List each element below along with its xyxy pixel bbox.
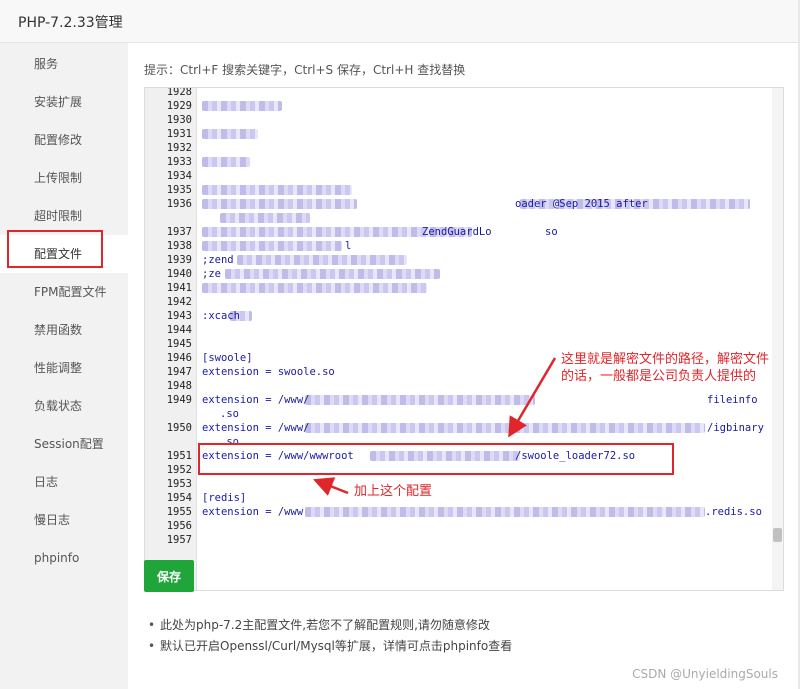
line-number: 1939 [166, 254, 192, 266]
line-number: 1948 [166, 380, 192, 392]
code-line-1955-head: extension = /www [202, 506, 304, 518]
line-number: 1941 [166, 282, 192, 294]
line-number: 1942 [166, 296, 192, 308]
editor-scrollbar[interactable] [772, 88, 783, 590]
redacted-code [305, 423, 705, 433]
redacted-code [202, 101, 282, 111]
line-number: 1943 [166, 310, 192, 322]
line-number: 1950 [166, 422, 192, 434]
sidebar-item-service[interactable]: 服务 [0, 45, 128, 83]
code-line-1954: [redis] [202, 492, 247, 504]
editor-hint: 提示：Ctrl+F 搜索关键字，Ctrl+S 保存，Ctrl+H 查找替换 [144, 63, 466, 77]
code-line-1949-head: extension = /www/ [202, 394, 310, 406]
redacted-code [305, 507, 705, 517]
title-bar: PHP-7.2.33管理 [0, 0, 800, 43]
php-manager-window: PHP-7.2.33管理 服务 安装扩展 配置修改 上传限制 超时限制 配置文件… [0, 0, 800, 689]
line-number: 1940 [166, 268, 192, 280]
line-number: 1945 [166, 338, 192, 350]
sidebar: 服务 安装扩展 配置修改 上传限制 超时限制 配置文件 FPM配置文件 禁用函数… [0, 43, 128, 689]
code-line-1955-tail: .redis.so [705, 506, 762, 518]
annotation-add-config: 加上这个配置 [354, 484, 433, 499]
scrollbar-thumb[interactable] [773, 528, 782, 542]
line-number: 1952 [166, 464, 192, 476]
redacted-code [220, 213, 310, 223]
note-item: 默认已开启Openssl/Curl/Mysql等扩展，详情可点击phpinfo查… [148, 636, 512, 657]
sidebar-item-performance[interactable]: 性能调整 [0, 349, 128, 387]
notes-list: 此处为php-7.2主配置文件,若您不了解配置规则,请勿随意修改 默认已开启Op… [148, 615, 512, 657]
line-number: 1944 [166, 324, 192, 336]
redacted-code [202, 157, 250, 167]
sidebar-item-install-extension[interactable]: 安装扩展 [0, 83, 128, 121]
sidebar-item-log[interactable]: 日志 [0, 463, 128, 501]
line-number: 1930 [166, 114, 192, 126]
line-number: 1934 [166, 170, 192, 182]
line-number: 1953 [166, 478, 192, 490]
code-line-1947: extension = swoole.so [202, 366, 335, 378]
line-number: 1928 [166, 87, 192, 98]
line-number: 1951 [166, 450, 192, 462]
sidebar-item-fpm-config[interactable]: FPM配置文件 [0, 273, 128, 311]
code-line-1949-cont: .so [220, 408, 239, 420]
line-number: 1949 [166, 394, 192, 406]
redacted-code [202, 199, 357, 209]
sidebar-item-disabled-functions[interactable]: 禁用函数 [0, 311, 128, 349]
line-number: 1955 [166, 506, 192, 518]
redacted-code [202, 185, 352, 195]
code-line-1940: ;ze [202, 268, 221, 280]
sidebar-item-phpinfo[interactable]: phpinfo [0, 539, 128, 577]
line-number: 1937 [166, 226, 192, 238]
sidebar-item-session-config[interactable]: Session配置 [0, 425, 128, 463]
code-line-1936-fragment: oader @Sep 2015 after [515, 198, 648, 210]
redacted-code [237, 255, 407, 265]
redacted-code [202, 241, 342, 251]
line-number-gutter: 1928 1929 1930 1931 1932 1933 1934 1935 … [145, 88, 197, 590]
save-button[interactable]: 保存 [144, 560, 194, 592]
code-line-1950-head: extension = /www/ [202, 422, 310, 434]
code-line-1937-end: so [545, 226, 558, 238]
line-number: 1938 [166, 240, 192, 252]
redacted-code [202, 129, 258, 139]
sidebar-item-slow-log[interactable]: 慢日志 [0, 501, 128, 539]
sidebar-item-upload-limit[interactable]: 上传限制 [0, 159, 128, 197]
code-line-1937-fragment: ZendGuardLo [422, 226, 492, 238]
code-editor[interactable]: 1928 1929 1930 1931 1932 1933 1934 1935 … [144, 87, 784, 591]
line-number: 1933 [166, 156, 192, 168]
annotation-path-note: 这里就是解密文件的路径，解密文件的话，一般都是公司负责人提供的 [561, 352, 770, 384]
watermark: CSDN @UnyieldingSouls [632, 667, 778, 681]
code-line-1939: ;zend [202, 254, 234, 266]
code-line-1949-tail: fileinfo [707, 394, 758, 406]
sidebar-item-load-status[interactable]: 负载状态 [0, 387, 128, 425]
code-line-1950-tail: /igbinary [707, 422, 764, 434]
line-number: 1957 [166, 534, 192, 546]
highlight-box-config-file [7, 230, 103, 268]
line-number: 1932 [166, 142, 192, 154]
line-number: 1929 [166, 100, 192, 112]
window-title: PHP-7.2.33管理 [18, 15, 123, 31]
note-item: 此处为php-7.2主配置文件,若您不了解配置规则,请勿随意修改 [148, 615, 512, 636]
redacted-code [202, 283, 427, 293]
line-number: 1931 [166, 128, 192, 140]
redacted-code [225, 269, 440, 279]
line-number: 1956 [166, 520, 192, 532]
code-line-1938-fragment: l [345, 240, 352, 252]
sidebar-item-config-modify[interactable]: 配置修改 [0, 121, 128, 159]
line-number: 1935 [166, 184, 192, 196]
line-number: 1954 [166, 492, 192, 504]
line-number: 1946 [166, 352, 192, 364]
redacted-code [305, 395, 535, 405]
line-number: 1947 [166, 366, 192, 378]
code-line-1946: [swoole] [202, 352, 253, 364]
code-line-1943: :xcach [202, 310, 240, 322]
highlight-box-swoole-loader-line [198, 443, 674, 475]
line-number: 1936 [166, 198, 192, 210]
